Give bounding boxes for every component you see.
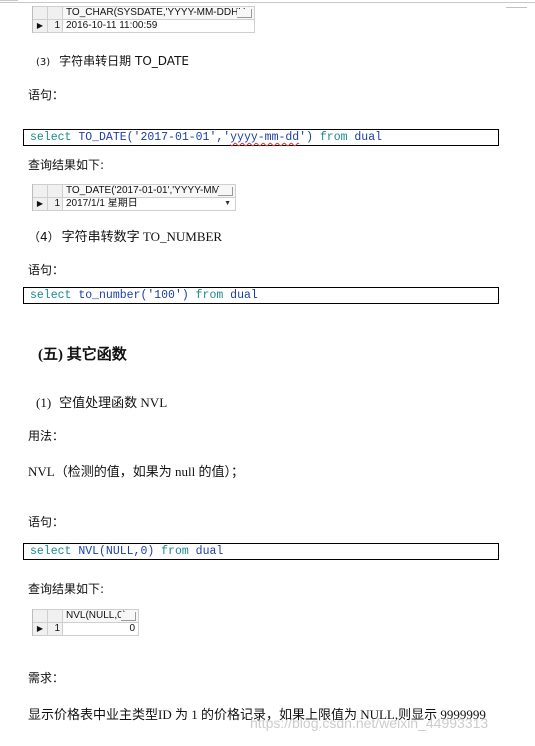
heading-to-number: （4） 字符串转数字 TO_NUMBER bbox=[28, 226, 222, 245]
row-number: 1 bbox=[48, 623, 63, 635]
row-number: 1 bbox=[48, 198, 63, 210]
code-function: to_number('100') bbox=[78, 289, 189, 302]
result-grid-nvl: NVL(NULL,0) ▶ 1 0 bbox=[32, 609, 139, 636]
column-header[interactable]: TO_DATE('2017-01-01','YYYY-MM- bbox=[63, 185, 236, 197]
column-sort-button[interactable] bbox=[237, 9, 252, 18]
page-edge bbox=[0, 0, 18, 1]
code-table: dual bbox=[230, 289, 258, 302]
grid-header: NVL(NULL,0) bbox=[33, 609, 139, 622]
column-header[interactable]: TO_CHAR(SYSDATE,'YYYY-MM-DDHH: bbox=[63, 7, 255, 19]
heading-nvl: (1) 空值处理函数 NVL bbox=[36, 392, 167, 411]
code-keyword: select bbox=[30, 131, 72, 144]
column-header[interactable]: NVL(NULL,0) bbox=[63, 610, 139, 622]
grid-corner bbox=[33, 610, 48, 622]
heading-number: (3) bbox=[36, 57, 51, 68]
code-fn-text: TO_DATE('2017-01-01',' bbox=[78, 131, 231, 144]
section-title: (五) 其它函数 bbox=[38, 347, 127, 363]
code-table: dual bbox=[195, 545, 224, 558]
cell-value[interactable]: 2016-10-11 11:00:59 bbox=[63, 20, 255, 32]
grid-header: TO_CHAR(SYSDATE,'YYYY-MM-DDHH: bbox=[33, 6, 255, 19]
result-label: 查询结果如下: bbox=[28, 158, 105, 172]
result-grid-to-date: TO_DATE('2017-01-01','YYYY-MM- ▶ 1 2017/… bbox=[32, 184, 236, 211]
column-header-label: TO_DATE('2017-01-01','YYYY-MM- bbox=[66, 185, 224, 196]
grid-corner-num bbox=[48, 185, 63, 197]
watermark: https://blog.csdn.net/weixin_44993313 bbox=[250, 715, 489, 731]
heading-text: 字符串转数字 TO_NUMBER bbox=[61, 229, 223, 244]
code-block-to-date: select TO_DATE('2017-01-01','yyyy-mm-dd'… bbox=[23, 129, 499, 146]
code-keyword: select bbox=[30, 289, 72, 302]
usage-text: NVL（检测的值，如果为 null 的值）； bbox=[28, 464, 244, 479]
code-keyword-from: from bbox=[161, 545, 189, 558]
heading-to-date: (3) 字符串转日期 TO_DATE bbox=[36, 52, 189, 69]
code-table: dual bbox=[354, 131, 383, 144]
code-close: ') bbox=[299, 131, 313, 144]
row-pointer-icon: ▶ bbox=[33, 198, 48, 210]
column-header-label: TO_CHAR(SYSDATE,'YYYY-MM-DDHH: bbox=[66, 7, 249, 18]
code-keyword-from: from bbox=[319, 131, 348, 144]
code-format-string: yyyy-mm-dd bbox=[230, 131, 300, 144]
code-block-to-number: select to_number('100') from dual bbox=[23, 287, 499, 304]
statement-label: 语句： bbox=[28, 263, 65, 277]
grid-corner bbox=[33, 185, 48, 197]
grid-corner-num bbox=[48, 7, 63, 19]
grid-corner-num bbox=[48, 610, 63, 622]
heading-number: （4） bbox=[28, 230, 60, 244]
code-keyword-from: from bbox=[195, 289, 224, 302]
cell-value[interactable]: 2017/1/1 星期日 ▼ bbox=[63, 198, 236, 210]
table-row[interactable]: ▶ 1 2017/1/1 星期日 ▼ bbox=[33, 197, 236, 211]
code-function: TO_DATE('2017-01-01','yyyy-mm-dd') bbox=[78, 131, 313, 144]
dropdown-arrow-icon[interactable]: ▼ bbox=[224, 198, 231, 210]
grid-header: TO_DATE('2017-01-01','YYYY-MM- bbox=[33, 184, 236, 197]
page-corner-mark bbox=[506, 7, 527, 8]
grid-corner bbox=[33, 7, 48, 19]
table-row[interactable]: ▶ 1 0 bbox=[33, 622, 139, 636]
table-row[interactable]: ▶ 1 2016-10-11 11:00:59 bbox=[33, 19, 255, 33]
heading-text: 空值处理函数 NVL bbox=[59, 395, 168, 410]
result-grid-to-char: TO_CHAR(SYSDATE,'YYYY-MM-DDHH: ▶ 1 2016-… bbox=[32, 6, 255, 33]
statement-label: 语句： bbox=[28, 515, 65, 529]
code-keyword: select bbox=[30, 545, 72, 558]
column-header-label: NVL(NULL,0) bbox=[66, 610, 127, 621]
column-sort-button[interactable] bbox=[121, 612, 136, 621]
result-label: 查询结果如下: bbox=[28, 582, 105, 596]
cell-value[interactable]: 0 bbox=[63, 623, 139, 635]
code-function: NVL(NULL,0) bbox=[78, 545, 155, 558]
usage-label: 用法： bbox=[28, 429, 65, 443]
row-pointer-icon: ▶ bbox=[33, 623, 48, 635]
column-sort-button[interactable] bbox=[218, 187, 233, 196]
page-top-border bbox=[0, 2, 535, 3]
heading-number: (1) bbox=[36, 395, 52, 410]
row-number: 1 bbox=[48, 20, 63, 32]
row-pointer-icon: ▶ bbox=[33, 20, 48, 32]
code-block-nvl: select NVL(NULL,0) from dual bbox=[23, 543, 499, 560]
heading-text: 字符串转日期 TO_DATE bbox=[59, 54, 189, 68]
cell-value-text: 2017/1/1 星期日 bbox=[66, 198, 138, 209]
requirement-label: 需求： bbox=[28, 671, 65, 685]
statement-label: 语句： bbox=[28, 88, 65, 102]
